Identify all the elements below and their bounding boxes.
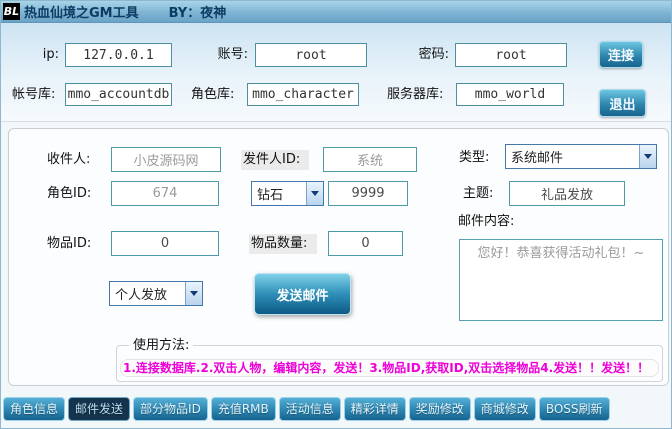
tab-item-ids[interactable]: 部分物品ID <box>133 397 208 421</box>
role-db-input[interactable] <box>247 83 359 106</box>
chevron-down-icon[interactable] <box>185 282 202 305</box>
server-db-label: 服务器库: <box>387 83 453 107</box>
item-id-label: 物品ID: <box>47 232 102 256</box>
sender-id-label: 发件人ID: <box>241 150 309 170</box>
subject-input[interactable] <box>509 181 625 206</box>
tab-activity-info[interactable]: 活动信息 <box>279 397 341 421</box>
role-db-label: 角色库: <box>191 83 243 107</box>
account-label: 账号: <box>206 43 248 67</box>
password-label: 密码: <box>407 43 449 67</box>
chevron-down-icon[interactable] <box>306 182 323 205</box>
tab-mail-send[interactable]: 邮件发送 <box>68 397 130 421</box>
bottom-tab-bar: 角色信息 邮件发送 部分物品ID 充值RMB 活动信息 精彩详情 奖励修改 商城… <box>3 397 610 421</box>
currency-value: 钻石 <box>252 184 306 203</box>
gm-tool-window: BL 热血仙境之GM工具 BY：夜神 ip: 账号: 密码: 连接 帐号库: 角… <box>0 0 672 429</box>
tab-reward-modify[interactable]: 奖励修改 <box>409 397 471 421</box>
exit-button[interactable]: 退出 <box>599 89 646 117</box>
tab-boss-refresh[interactable]: BOSS刷新 <box>539 397 610 421</box>
recipient-label: 收件人: <box>47 148 102 172</box>
app-icon: BL <box>3 3 20 20</box>
connection-area <box>1 23 672 122</box>
send-mode-dropdown[interactable]: 个人发放 <box>109 281 203 306</box>
mail-content-textarea[interactable]: 您好！恭喜获得活动礼包！~ <box>459 239 663 321</box>
ip-label: ip: <box>25 43 59 67</box>
item-qty-label: 物品数量: <box>249 234 317 254</box>
recipient-input[interactable] <box>111 147 221 172</box>
send-mode-value: 个人发放 <box>110 284 185 303</box>
connect-button[interactable]: 连接 <box>599 41 643 68</box>
separator-line <box>1 121 672 122</box>
subject-label: 主题: <box>463 182 503 206</box>
sender-id-input[interactable] <box>323 147 417 172</box>
mail-type-label: 类型: <box>459 146 499 170</box>
account-input[interactable] <box>255 43 367 67</box>
usage-group-label: 使用方法: <box>129 338 193 354</box>
tab-mall-modify[interactable]: 商城修改 <box>474 397 536 421</box>
send-mail-button[interactable]: 发送邮件 <box>254 273 351 315</box>
title-bar: BL 热血仙境之GM工具 BY：夜神 <box>1 1 672 23</box>
password-input[interactable] <box>455 43 567 67</box>
mail-type-dropdown[interactable]: 系统邮件 <box>505 144 657 169</box>
tab-role-info[interactable]: 角色信息 <box>3 397 65 421</box>
usage-instructions: 1.连接数据库.2.双击人物，编辑内容，发送！3.物品ID,获取ID,双击选择物… <box>120 359 659 377</box>
mail-type-value: 系统邮件 <box>506 147 639 166</box>
mail-content-label: 邮件内容: <box>458 213 538 231</box>
account-db-input[interactable] <box>65 83 172 106</box>
ip-input[interactable] <box>65 43 172 67</box>
currency-amount-input[interactable] <box>328 181 408 206</box>
server-db-input[interactable] <box>456 83 564 106</box>
currency-dropdown[interactable]: 钻石 <box>251 181 324 206</box>
tab-recharge-rmb[interactable]: 充值RMB <box>211 397 276 421</box>
tab-details[interactable]: 精彩详情 <box>344 397 406 421</box>
account-db-label: 帐号库: <box>12 83 64 107</box>
item-id-input[interactable] <box>111 231 219 256</box>
item-qty-input[interactable] <box>328 231 403 256</box>
role-id-input[interactable] <box>111 181 219 206</box>
chevron-down-icon[interactable] <box>639 145 656 168</box>
window-title: 热血仙境之GM工具 <box>24 2 139 21</box>
role-id-label: 角色ID: <box>47 182 102 206</box>
window-byline: BY：夜神 <box>169 2 227 21</box>
